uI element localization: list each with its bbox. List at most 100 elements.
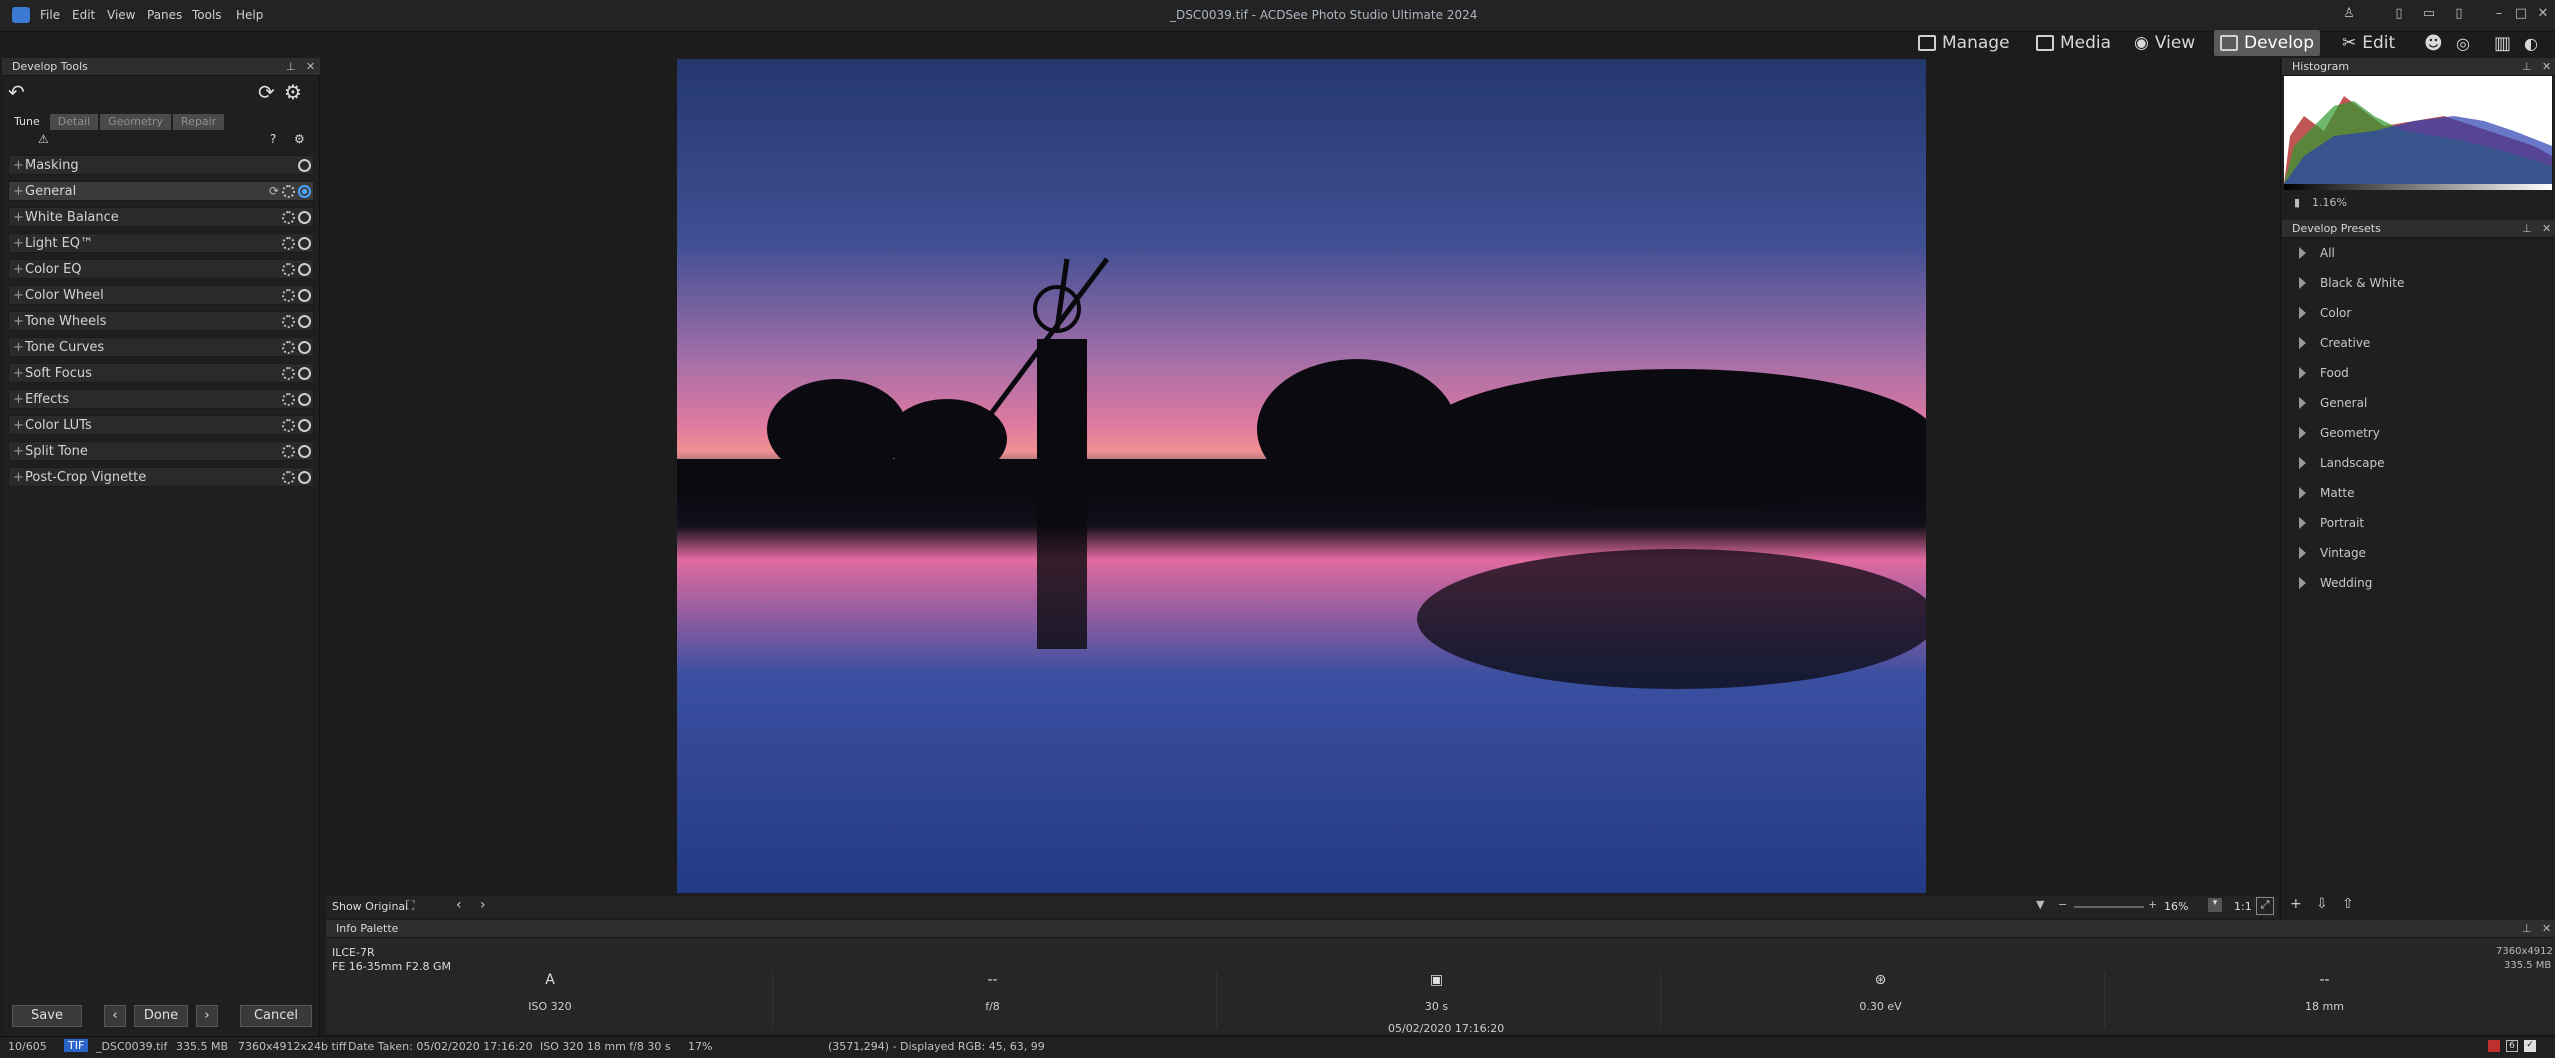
next-image-button[interactable]: ›: [196, 1005, 218, 1027]
done-button[interactable]: Done: [134, 1005, 188, 1027]
menu-panes[interactable]: Panes: [147, 8, 182, 22]
close-panel-icon[interactable]: ✕: [2542, 60, 2551, 73]
tool-color-wheel[interactable]: + Color Wheel: [8, 285, 314, 305]
enable-toggle[interactable]: [298, 419, 311, 432]
emoji-icon[interactable]: ☻: [2418, 30, 2449, 56]
enable-toggle[interactable]: [298, 237, 311, 250]
undo-icon[interactable]: ↶: [8, 80, 25, 104]
zoom-slider[interactable]: [2074, 906, 2144, 908]
enable-toggle[interactable]: [298, 211, 311, 224]
gear-icon[interactable]: [282, 471, 295, 484]
zoom-dropdown-icon[interactable]: ▼: [2036, 898, 2044, 911]
tool-tone-curves[interactable]: + Tone Curves: [8, 337, 314, 357]
layout-bottom-icon[interactable]: ▭: [2420, 6, 2438, 24]
tab-tune[interactable]: Tune: [6, 114, 48, 130]
preset-matte[interactable]: Matte: [2285, 478, 2555, 508]
add-preset-icon[interactable]: +: [2290, 896, 2302, 912]
preset-geometry[interactable]: Geometry: [2285, 418, 2555, 448]
close-panel-icon[interactable]: ✕: [306, 60, 315, 73]
menu-file[interactable]: File: [40, 8, 60, 22]
mode-edit[interactable]: ✂ Edit: [2336, 30, 2401, 56]
tool-soft-focus[interactable]: + Soft Focus: [8, 363, 314, 383]
pin-icon[interactable]: ⊥: [2522, 922, 2532, 935]
mode-media[interactable]: Media: [2030, 30, 2117, 56]
tool-color-luts[interactable]: + Color LUTs: [8, 415, 314, 435]
tool-color-eq[interactable]: + Color EQ: [8, 259, 314, 279]
enable-toggle[interactable]: [298, 289, 311, 302]
tool-light-eq[interactable]: + Light EQ™: [8, 233, 314, 253]
clip-indicator-icon[interactable]: ▮: [2294, 196, 2300, 209]
tool-masking[interactable]: + Masking: [8, 155, 314, 175]
app-icon[interactable]: [12, 7, 30, 23]
tool-post-crop-vignette[interactable]: + Post-Crop Vignette: [8, 467, 314, 487]
export-preset-icon[interactable]: ⇧: [2342, 896, 2354, 912]
preset-color[interactable]: Color: [2285, 298, 2555, 328]
layout-right-icon[interactable]: ▯: [2450, 6, 2468, 24]
preset-all[interactable]: All: [2285, 238, 2555, 268]
maximize-icon[interactable]: □: [2512, 6, 2530, 24]
360-icon[interactable]: ◎: [2450, 30, 2476, 56]
pin-icon[interactable]: ⊥: [2522, 60, 2532, 73]
enable-toggle[interactable]: [298, 315, 311, 328]
close-panel-icon[interactable]: ✕: [2542, 922, 2551, 935]
tool-effects[interactable]: + Effects: [8, 389, 314, 409]
stats-icon[interactable]: ▥: [2488, 30, 2517, 56]
mode-develop[interactable]: Develop: [2214, 30, 2320, 56]
next-arrow-icon[interactable]: ›: [480, 897, 486, 913]
preset-portrait[interactable]: Portrait: [2285, 508, 2555, 538]
gear-icon[interactable]: [282, 393, 295, 406]
prev-image-button[interactable]: ‹: [104, 1005, 126, 1027]
photo-canvas[interactable]: [677, 59, 1926, 893]
menu-tools[interactable]: Tools: [192, 8, 222, 22]
zoom-select-icon[interactable]: ▾: [2208, 898, 2222, 912]
menu-edit[interactable]: Edit: [72, 8, 95, 22]
preset-general[interactable]: General: [2285, 388, 2555, 418]
tool-tone-wheels[interactable]: + Tone Wheels: [8, 311, 314, 331]
enable-toggle[interactable]: [298, 445, 311, 458]
close-icon[interactable]: ✕: [2534, 6, 2552, 24]
reset-icon[interactable]: ⟳: [269, 184, 279, 198]
mode-manage[interactable]: Manage: [1912, 30, 2016, 56]
close-panel-icon[interactable]: ✕: [2542, 222, 2551, 235]
alert-icon[interactable]: ◐: [2518, 30, 2544, 56]
enable-toggle[interactable]: [298, 393, 311, 406]
gear-icon[interactable]: [282, 419, 295, 432]
pin-icon[interactable]: ⊥: [286, 60, 296, 73]
preset-creative[interactable]: Creative: [2285, 328, 2555, 358]
enable-toggle[interactable]: [298, 185, 311, 198]
minimize-icon[interactable]: –: [2490, 6, 2508, 24]
enable-toggle[interactable]: [298, 341, 311, 354]
mode-view[interactable]: ◉ View: [2128, 30, 2201, 56]
tab-repair[interactable]: Repair: [173, 114, 225, 130]
tag-checkbox-icon[interactable]: ✓: [2524, 1040, 2536, 1052]
menu-view[interactable]: View: [107, 8, 135, 22]
layout-left-icon[interactable]: ▯: [2390, 6, 2408, 24]
prev-arrow-icon[interactable]: ‹: [456, 897, 462, 913]
gear-icon[interactable]: [282, 341, 295, 354]
menu-help[interactable]: Help: [236, 8, 263, 22]
save-button[interactable]: Save: [12, 1005, 82, 1027]
gear-icon[interactable]: [282, 237, 295, 250]
help-icon[interactable]: ?: [270, 132, 276, 146]
gear-icon[interactable]: [282, 367, 295, 380]
actual-size-button[interactable]: 1:1: [2234, 900, 2252, 913]
gear-icon[interactable]: [282, 315, 295, 328]
gear-icon[interactable]: [282, 211, 295, 224]
notification-icon[interactable]: ♙: [2340, 6, 2358, 24]
pin-icon[interactable]: ⊥: [2522, 222, 2532, 235]
tool-settings-icon[interactable]: ⚙: [294, 132, 305, 146]
cancel-button[interactable]: Cancel: [240, 1005, 312, 1027]
enable-toggle[interactable]: [298, 471, 311, 484]
import-preset-icon[interactable]: ⇩: [2316, 896, 2328, 912]
tab-detail[interactable]: Detail: [49, 114, 99, 130]
gear-icon[interactable]: [282, 263, 295, 276]
rating-icon[interactable]: 6: [2506, 1040, 2518, 1052]
zoom-out-icon[interactable]: −: [2058, 898, 2067, 911]
enable-toggle[interactable]: [298, 159, 311, 172]
tab-geometry[interactable]: Geometry: [100, 114, 172, 130]
tool-general[interactable]: + General ⟳: [8, 181, 314, 201]
fit-screen-icon[interactable]: ⤢: [2256, 897, 2274, 915]
preset-food[interactable]: Food: [2285, 358, 2555, 388]
gear-icon[interactable]: [282, 445, 295, 458]
warning-icon[interactable]: ⚠: [38, 132, 49, 146]
